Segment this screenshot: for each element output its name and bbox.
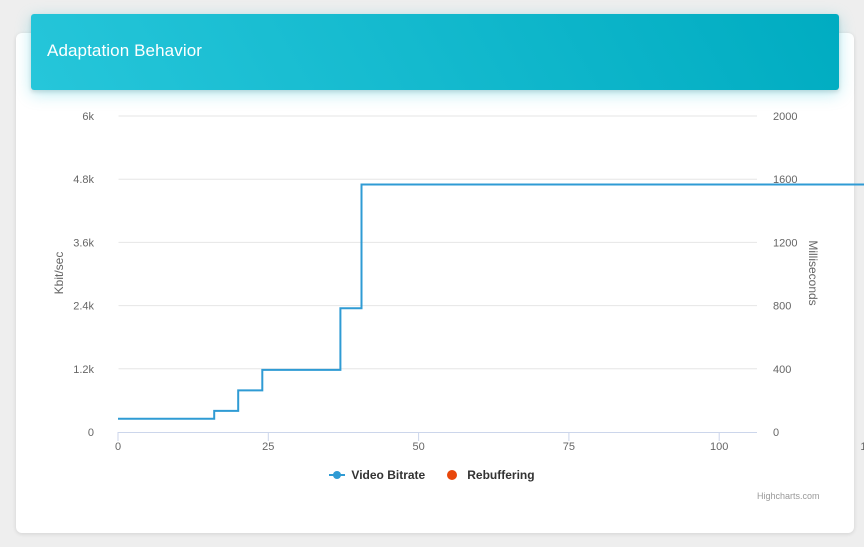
line-marker-icon: [329, 469, 346, 481]
video-bitrate-line: [118, 183, 864, 420]
x-tick-label: 25: [262, 441, 274, 453]
left-tick-label: 3.6k: [73, 237, 94, 249]
credits-link[interactable]: Highcharts.com: [757, 491, 820, 501]
left-tick-label: 0: [88, 427, 94, 439]
right-tick-label: 0: [773, 427, 779, 439]
right-axis-ticks: 0400800120016002000: [773, 111, 797, 439]
x-tick-label: 50: [412, 441, 424, 453]
right-axis-title: Milliseconds: [806, 240, 820, 305]
legend-item-rebuffering[interactable]: Rebuffering: [445, 468, 535, 482]
right-tick-label: 2000: [773, 111, 797, 123]
x-tick-label: 100: [710, 441, 728, 453]
x-tick-label: 0: [115, 441, 121, 453]
grid-lines: [118, 115, 757, 370]
series-layer: [118, 183, 864, 420]
legend: Video Bitrate Rebuffering: [0, 468, 864, 482]
left-tick-label: 1.2k: [73, 364, 94, 376]
right-tick-label: 1200: [773, 237, 797, 249]
left-axis-ticks: 0 1.2k 2.4k 3.6k 4.8k 6k: [73, 111, 94, 439]
left-tick-label: 2.4k: [73, 301, 94, 313]
left-tick-label: 6k: [82, 111, 94, 123]
right-tick-label: 800: [773, 301, 791, 313]
legend-dot: [333, 471, 342, 479]
legend-label: Video Bitrate: [351, 468, 426, 482]
chart-svg: 01.2k2.4k3.6k4.8k6k 0400800120016002000 …: [52, 111, 864, 453]
x-tick-label: 75: [563, 441, 575, 453]
legend-dot: [447, 470, 458, 480]
left-tick-label: 4.8k: [73, 174, 94, 186]
legend-item-video-bitrate[interactable]: Video Bitrate: [329, 468, 425, 482]
x-axis: 0255075100125150175200: [115, 432, 864, 453]
right-tick-label: 400: [773, 364, 791, 376]
left-axis-title: Kbit/sec: [52, 252, 66, 295]
x-tick-label: 125: [860, 441, 864, 453]
circle-marker-icon: [445, 469, 461, 481]
legend-label: Rebuffering: [467, 468, 535, 482]
